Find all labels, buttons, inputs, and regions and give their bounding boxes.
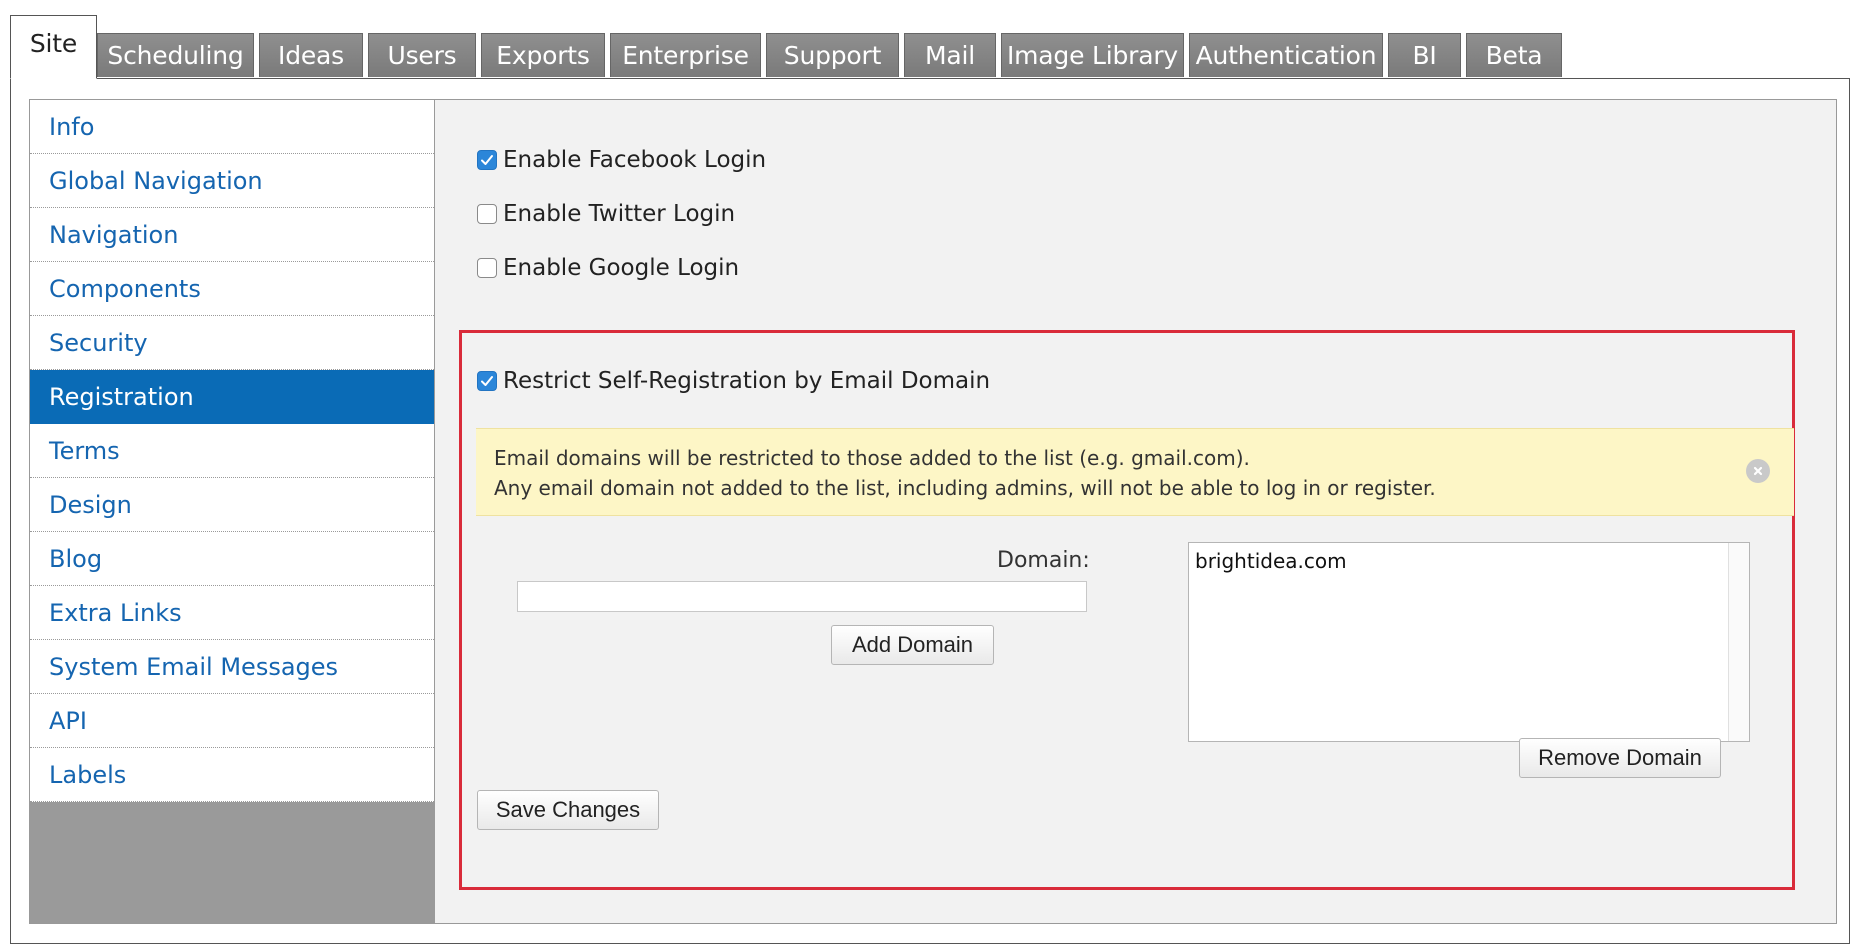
sidebar: Info Global Navigation Navigation Compon… — [30, 100, 435, 923]
restrict-registration-label: Restrict Self-Registration by Email Doma… — [503, 368, 991, 394]
tab-ideas[interactable]: Ideas — [259, 33, 363, 77]
sidebar-item-extra-links[interactable]: Extra Links — [30, 586, 434, 640]
facebook-login-label: Enable Facebook Login — [503, 147, 767, 173]
add-domain-button[interactable]: Add Domain — [831, 625, 994, 665]
tab-exports[interactable]: Exports — [481, 33, 605, 77]
sidebar-item-components[interactable]: Components — [30, 262, 434, 316]
tab-users[interactable]: Users — [368, 33, 476, 77]
settings-panel: Info Global Navigation Navigation Compon… — [29, 99, 1837, 924]
google-login-label: Enable Google Login — [503, 255, 740, 281]
tab-bi[interactable]: BI — [1388, 33, 1461, 77]
tab-panel: Info Global Navigation Navigation Compon… — [10, 78, 1850, 944]
domain-list-item[interactable]: brightidea.com — [1195, 549, 1347, 573]
tab-support[interactable]: Support — [766, 33, 899, 77]
sidebar-item-blog[interactable]: Blog — [30, 532, 434, 586]
notice-line-1: Email domains will be restricted to thos… — [494, 446, 1250, 470]
checkmark-icon — [481, 155, 493, 165]
registration-content: Enable Facebook Login Enable Twitter Log… — [435, 100, 1836, 923]
sidebar-item-labels[interactable]: Labels — [30, 748, 434, 802]
sidebar-item-terms[interactable]: Terms — [30, 424, 434, 478]
domain-list-scrollbar[interactable] — [1728, 543, 1749, 741]
sidebar-item-design[interactable]: Design — [30, 478, 434, 532]
domain-restriction-notice: Email domains will be restricted to thos… — [476, 428, 1794, 516]
tab-mail[interactable]: Mail — [904, 33, 996, 77]
facebook-login-checkbox[interactable] — [477, 150, 497, 170]
google-login-checkbox[interactable] — [477, 258, 497, 278]
sidebar-item-security[interactable]: Security — [30, 316, 434, 370]
tab-site[interactable]: Site — [10, 15, 97, 79]
restrict-registration-checkbox[interactable] — [477, 371, 497, 391]
tab-bar: Site Scheduling Ideas Users Exports Ente… — [10, 15, 1850, 79]
sidebar-item-system-email-messages[interactable]: System Email Messages — [30, 640, 434, 694]
facebook-login-option[interactable]: Enable Facebook Login — [477, 147, 766, 173]
tab-beta[interactable]: Beta — [1466, 33, 1562, 77]
sidebar-item-navigation[interactable]: Navigation — [30, 208, 434, 262]
twitter-login-label: Enable Twitter Login — [503, 201, 736, 227]
tab-enterprise[interactable]: Enterprise — [610, 33, 761, 77]
close-icon[interactable] — [1746, 459, 1770, 483]
twitter-login-option[interactable]: Enable Twitter Login — [477, 201, 735, 227]
tab-image-library[interactable]: Image Library — [1001, 33, 1184, 77]
domain-list[interactable]: brightidea.com — [1188, 542, 1750, 742]
twitter-login-checkbox[interactable] — [477, 204, 497, 224]
tab-authentication[interactable]: Authentication — [1189, 33, 1383, 77]
remove-domain-button[interactable]: Remove Domain — [1519, 738, 1721, 778]
notice-line-2: Any email domain not added to the list, … — [494, 476, 1436, 500]
google-login-option[interactable]: Enable Google Login — [477, 255, 739, 281]
domain-label: Domain: — [997, 548, 1090, 573]
checkmark-icon — [481, 376, 493, 386]
save-changes-button[interactable]: Save Changes — [477, 790, 659, 830]
email-domain-restriction-section: Restrict Self-Registration by Email Doma… — [459, 330, 1795, 890]
sidebar-item-registration[interactable]: Registration — [30, 370, 434, 424]
tab-scheduling[interactable]: Scheduling — [97, 33, 254, 77]
sidebar-item-api[interactable]: API — [30, 694, 434, 748]
restrict-registration-option[interactable]: Restrict Self-Registration by Email Doma… — [477, 368, 990, 394]
sidebar-item-global-navigation[interactable]: Global Navigation — [30, 154, 434, 208]
sidebar-list: Info Global Navigation Navigation Compon… — [30, 100, 434, 802]
domain-input[interactable] — [517, 581, 1087, 612]
sidebar-item-info[interactable]: Info — [30, 100, 434, 154]
